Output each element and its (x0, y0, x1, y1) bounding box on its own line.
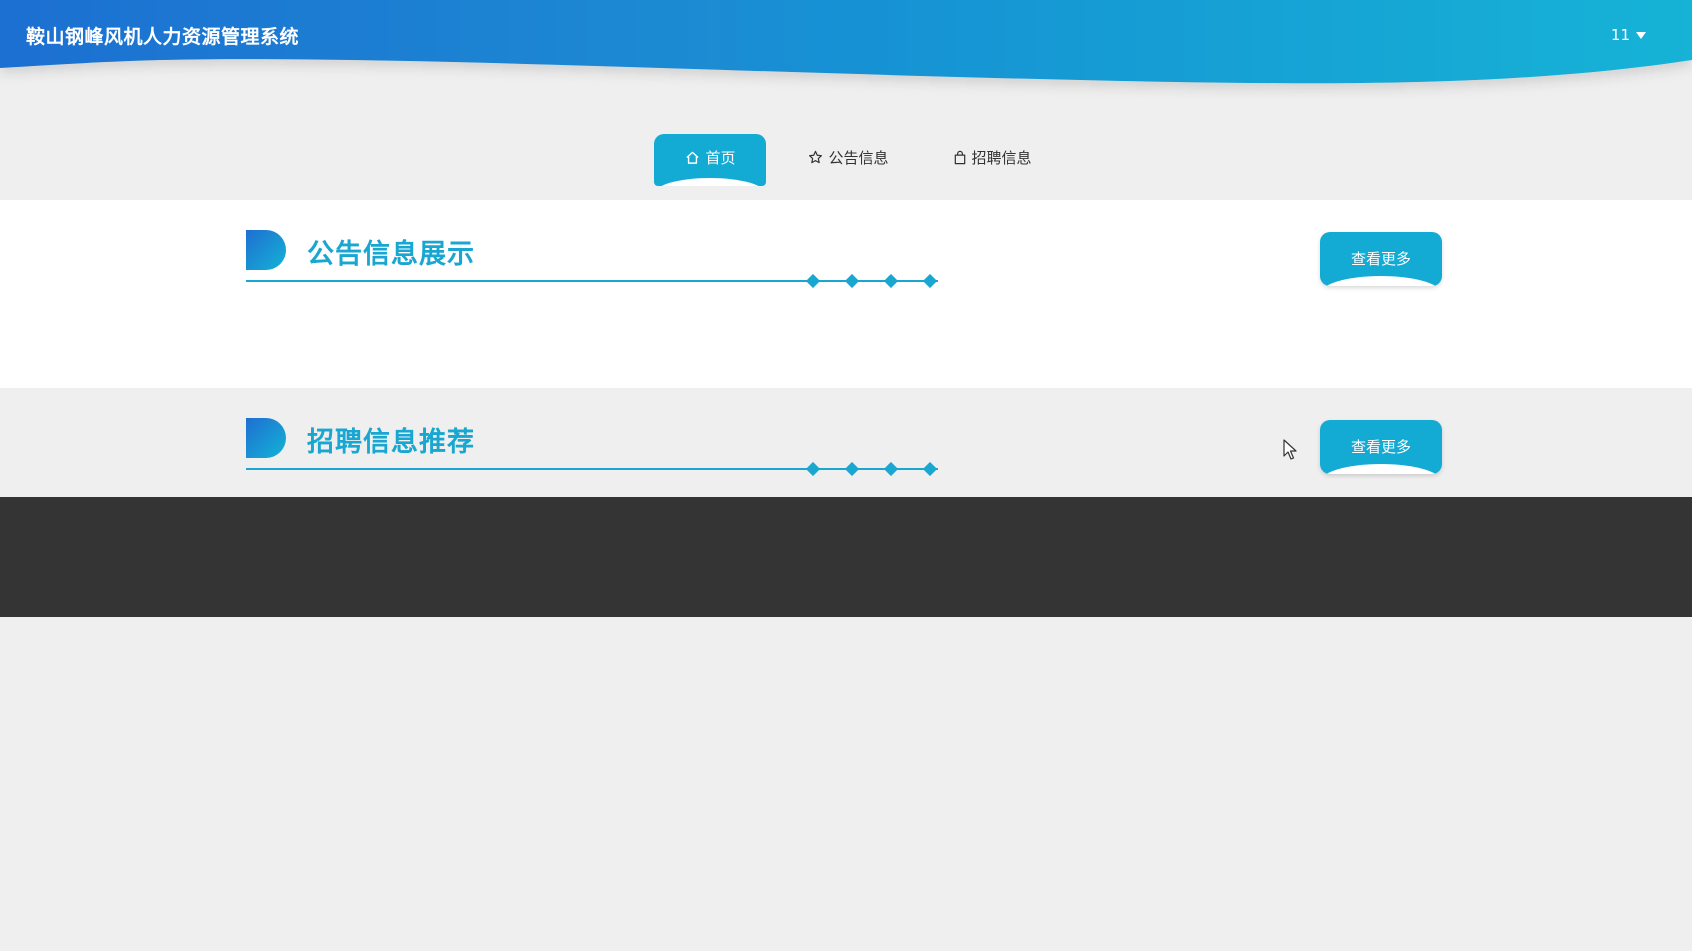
section-marker-icon (246, 418, 286, 458)
notice-section: 公告信息展示 查看更多 (0, 200, 1692, 388)
home-icon (686, 151, 700, 164)
nav-item-label: 公告信息 (828, 148, 889, 167)
nav-item-label: 首页 (705, 148, 736, 167)
user-menu[interactable]: 11 (1611, 26, 1646, 44)
view-more-label: 查看更多 (1350, 249, 1411, 268)
bag-icon (954, 150, 965, 164)
main-nav: 首页 公告信息 招聘信息 (0, 134, 1692, 186)
nav-item-notices[interactable]: 公告信息 (786, 134, 910, 186)
section-header: 招聘信息推荐 查看更多 (246, 418, 1442, 488)
section-header: 公告信息展示 查看更多 (246, 230, 1442, 300)
nav-item-home[interactable]: 首页 (654, 134, 767, 186)
recruitment-section: 招聘信息推荐 查看更多 (0, 388, 1692, 497)
username: 11 (1610, 26, 1630, 44)
view-more-recruitment-button[interactable]: 查看更多 (1320, 420, 1442, 474)
section-marker-icon (246, 230, 286, 270)
section-title: 公告信息展示 (307, 239, 475, 270)
view-more-label: 查看更多 (1350, 437, 1411, 456)
section-divider (246, 462, 938, 476)
header-wave-background (0, 0, 1692, 84)
nav-item-recruitment[interactable]: 招聘信息 (931, 134, 1054, 186)
section-divider (246, 274, 938, 288)
section-title: 招聘信息推荐 (307, 427, 475, 458)
page-footer (0, 497, 1692, 617)
view-more-notices-button[interactable]: 查看更多 (1320, 232, 1442, 286)
caret-down-icon (1636, 31, 1646, 39)
nav-item-label: 招聘信息 (971, 148, 1032, 167)
top-header: 鞍山钢峰风机人力资源管理系统 11 (0, 0, 1692, 100)
app-title: 鞍山钢峰风机人力资源管理系统 (26, 26, 300, 48)
mouse-cursor-icon (1283, 439, 1297, 460)
star-icon (809, 150, 823, 163)
